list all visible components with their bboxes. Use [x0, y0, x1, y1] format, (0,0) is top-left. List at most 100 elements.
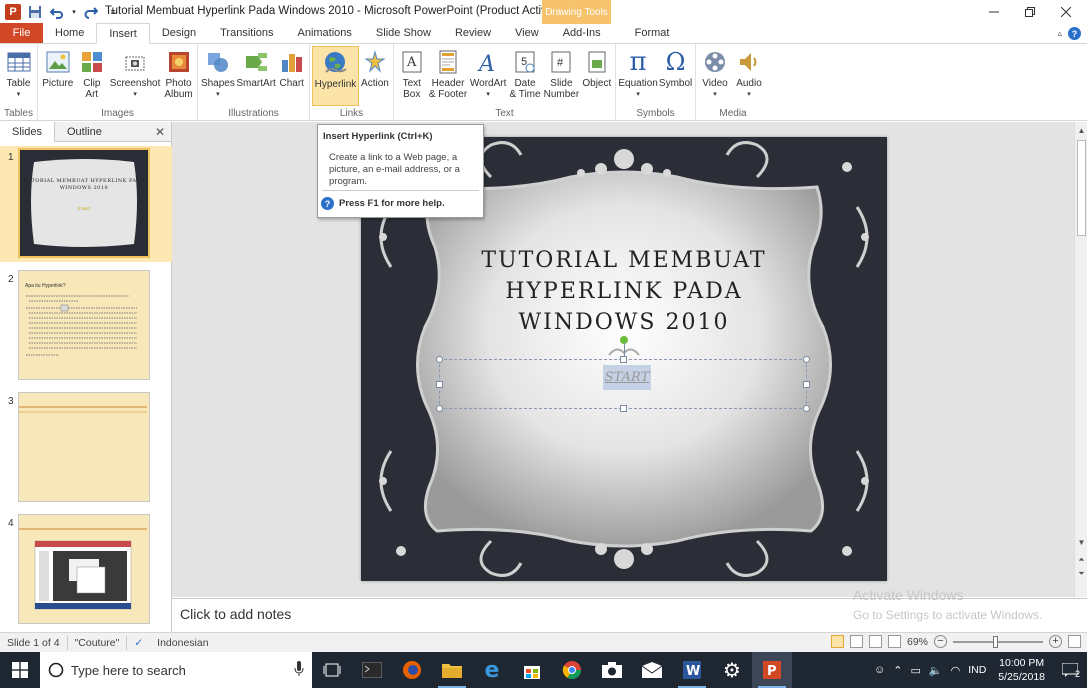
zoom-level[interactable]: 69%	[907, 636, 928, 648]
restore-button[interactable]	[1012, 0, 1048, 24]
text-box-button[interactable]: A Text Box	[396, 46, 428, 106]
resize-handle-left[interactable]	[436, 381, 443, 388]
scrollbar-thumb[interactable]	[1077, 140, 1086, 236]
minimize-button[interactable]	[976, 0, 1012, 24]
taskbar-app-firefox[interactable]	[392, 652, 432, 688]
symbol-button[interactable]: Ω Symbol	[658, 46, 693, 106]
notes-pane[interactable]: Click to add notes Activate Windows Go t…	[172, 587, 1087, 632]
close-icon[interactable]: ✕	[155, 125, 165, 139]
object-button[interactable]: Object	[581, 46, 613, 106]
tab-review[interactable]: Review	[443, 23, 503, 43]
next-slide-icon[interactable]: ⏷	[1075, 568, 1087, 580]
taskbar-app-camera[interactable]	[592, 652, 632, 688]
tab-insert[interactable]: Insert	[96, 23, 150, 44]
spell-check-icon[interactable]: ✓	[127, 637, 150, 649]
slide-title[interactable]: TUTORIAL MEMBUAT HYPERLINK PADA WINDOWS …	[361, 245, 887, 338]
tab-outline[interactable]: Outline	[55, 122, 114, 142]
tab-view[interactable]: View	[503, 23, 551, 43]
people-icon[interactable]: ☺	[874, 664, 885, 676]
resize-handle-bottom[interactable]	[620, 405, 627, 412]
chart-button[interactable]: Chart	[276, 46, 307, 106]
audio-button[interactable]: Audio ▾	[732, 46, 766, 106]
resize-handle-bottom-right[interactable]	[803, 405, 810, 412]
tab-animations[interactable]: Animations	[286, 23, 364, 43]
tab-slides[interactable]: Slides	[0, 121, 55, 142]
tab-add-ins[interactable]: Add-Ins	[551, 23, 613, 43]
slide-show-view-icon[interactable]	[887, 635, 901, 648]
battery-icon[interactable]: ▭	[910, 664, 920, 677]
tab-transitions[interactable]: Transitions	[208, 23, 285, 43]
table-button[interactable]: Table ▾	[2, 46, 35, 106]
zoom-out-icon[interactable]: −	[934, 635, 947, 648]
task-view-button[interactable]	[312, 652, 352, 688]
vertical-scrollbar[interactable]: ▲ ▼ ⏶ ⏷	[1074, 122, 1087, 597]
normal-view-icon[interactable]	[830, 635, 844, 648]
tab-file[interactable]: File	[0, 23, 43, 43]
help-icon[interactable]: ?	[1068, 27, 1081, 40]
collapse-ribbon-icon[interactable]: ▵	[1057, 28, 1062, 39]
slide-sorter-view-icon[interactable]	[849, 635, 863, 648]
taskbar-app-terminal[interactable]	[352, 652, 392, 688]
action-button[interactable]: Action	[359, 46, 391, 106]
fit-to-window-icon[interactable]	[1068, 635, 1081, 648]
screenshot-button[interactable]: Screenshot ▾	[108, 46, 162, 106]
taskbar-app-mail[interactable]	[632, 652, 672, 688]
tab-format[interactable]: Format	[623, 23, 682, 43]
redo-icon[interactable]	[83, 4, 99, 20]
undo-dropdown-icon[interactable]: ▾	[71, 4, 77, 20]
slide-number-button[interactable]: # Slide Number	[542, 46, 580, 106]
volume-icon[interactable]: 🔈	[929, 664, 943, 677]
resize-handle-bottom-left[interactable]	[436, 405, 443, 412]
input-language[interactable]: IND	[968, 664, 986, 676]
subtitle-textbox[interactable]: START	[436, 336, 810, 412]
zoom-in-icon[interactable]: +	[1049, 635, 1062, 648]
reading-view-icon[interactable]	[868, 635, 882, 648]
taskbar-app-powerpoint[interactable]: P	[752, 652, 792, 688]
taskbar-app-word[interactable]: W	[672, 652, 712, 688]
taskbar-app-settings[interactable]: ⚙	[712, 652, 752, 688]
microphone-icon[interactable]	[294, 661, 304, 677]
smartart-button[interactable]: SmartArt	[236, 46, 277, 106]
equation-button[interactable]: π Equation ▾	[618, 46, 658, 106]
previous-slide-icon[interactable]: ⏶	[1075, 554, 1087, 566]
scroll-down-icon[interactable]: ▼	[1075, 536, 1087, 548]
zoom-slider-knob[interactable]	[993, 635, 998, 648]
slide-thumbnail-2[interactable]: 2 Apa itu Hyperlink?	[0, 268, 172, 384]
scroll-up-icon[interactable]: ▲	[1075, 124, 1087, 136]
zoom-slider[interactable]	[953, 635, 1043, 648]
resize-handle-top-left[interactable]	[436, 356, 443, 363]
video-button[interactable]: Video ▾	[698, 46, 732, 106]
close-button[interactable]	[1048, 0, 1084, 24]
resize-handle-right[interactable]	[803, 381, 810, 388]
taskbar-search-box[interactable]: Type here to search	[40, 652, 312, 688]
wordart-button[interactable]: A WordArt ▾	[469, 46, 508, 106]
action-center-button[interactable]: 2	[1053, 652, 1087, 688]
undo-icon[interactable]	[49, 4, 65, 20]
picture-button[interactable]: Picture	[40, 46, 76, 106]
start-link-text[interactable]: START	[603, 365, 651, 390]
date-time-button[interactable]: 5 Date & Time	[508, 46, 542, 106]
slide-thumbnail-3[interactable]: 3	[0, 390, 172, 506]
taskbar-app-store[interactable]	[512, 652, 552, 688]
taskbar-app-file-explorer[interactable]	[432, 652, 472, 688]
header-footer-button[interactable]: Header & Footer	[428, 46, 469, 106]
slide-thumbnail-4[interactable]: 4	[0, 512, 172, 628]
save-icon[interactable]	[27, 4, 43, 20]
resize-handle-top[interactable]	[620, 356, 627, 363]
powerpoint-logo-icon[interactable]: P	[5, 4, 21, 20]
taskbar-app-chrome[interactable]	[552, 652, 592, 688]
slide-thumbnail-1[interactable]: 1 TUTORIAL MEMBUAT HYPERLINK PADA WINDOW…	[0, 146, 172, 262]
language[interactable]: Indonesian	[150, 637, 215, 649]
hyperlink-button[interactable]: Hyperlink	[312, 46, 359, 106]
tab-home[interactable]: Home	[43, 23, 96, 43]
tab-design[interactable]: Design	[150, 23, 208, 43]
wifi-icon[interactable]: ◠	[951, 664, 961, 677]
photo-album-button[interactable]: Photo Album	[162, 46, 195, 106]
taskbar-app-edge[interactable]: e	[472, 652, 512, 688]
tab-slide-show[interactable]: Slide Show	[364, 23, 443, 43]
clip-art-button[interactable]: Clip Art	[76, 46, 109, 106]
clock[interactable]: 10:00 PM 5/25/2018	[998, 656, 1045, 684]
resize-handle-top-right[interactable]	[803, 356, 810, 363]
show-hidden-icons-chevron-icon[interactable]: ⌃	[893, 664, 902, 677]
shapes-button[interactable]: Shapes ▾	[200, 46, 236, 106]
